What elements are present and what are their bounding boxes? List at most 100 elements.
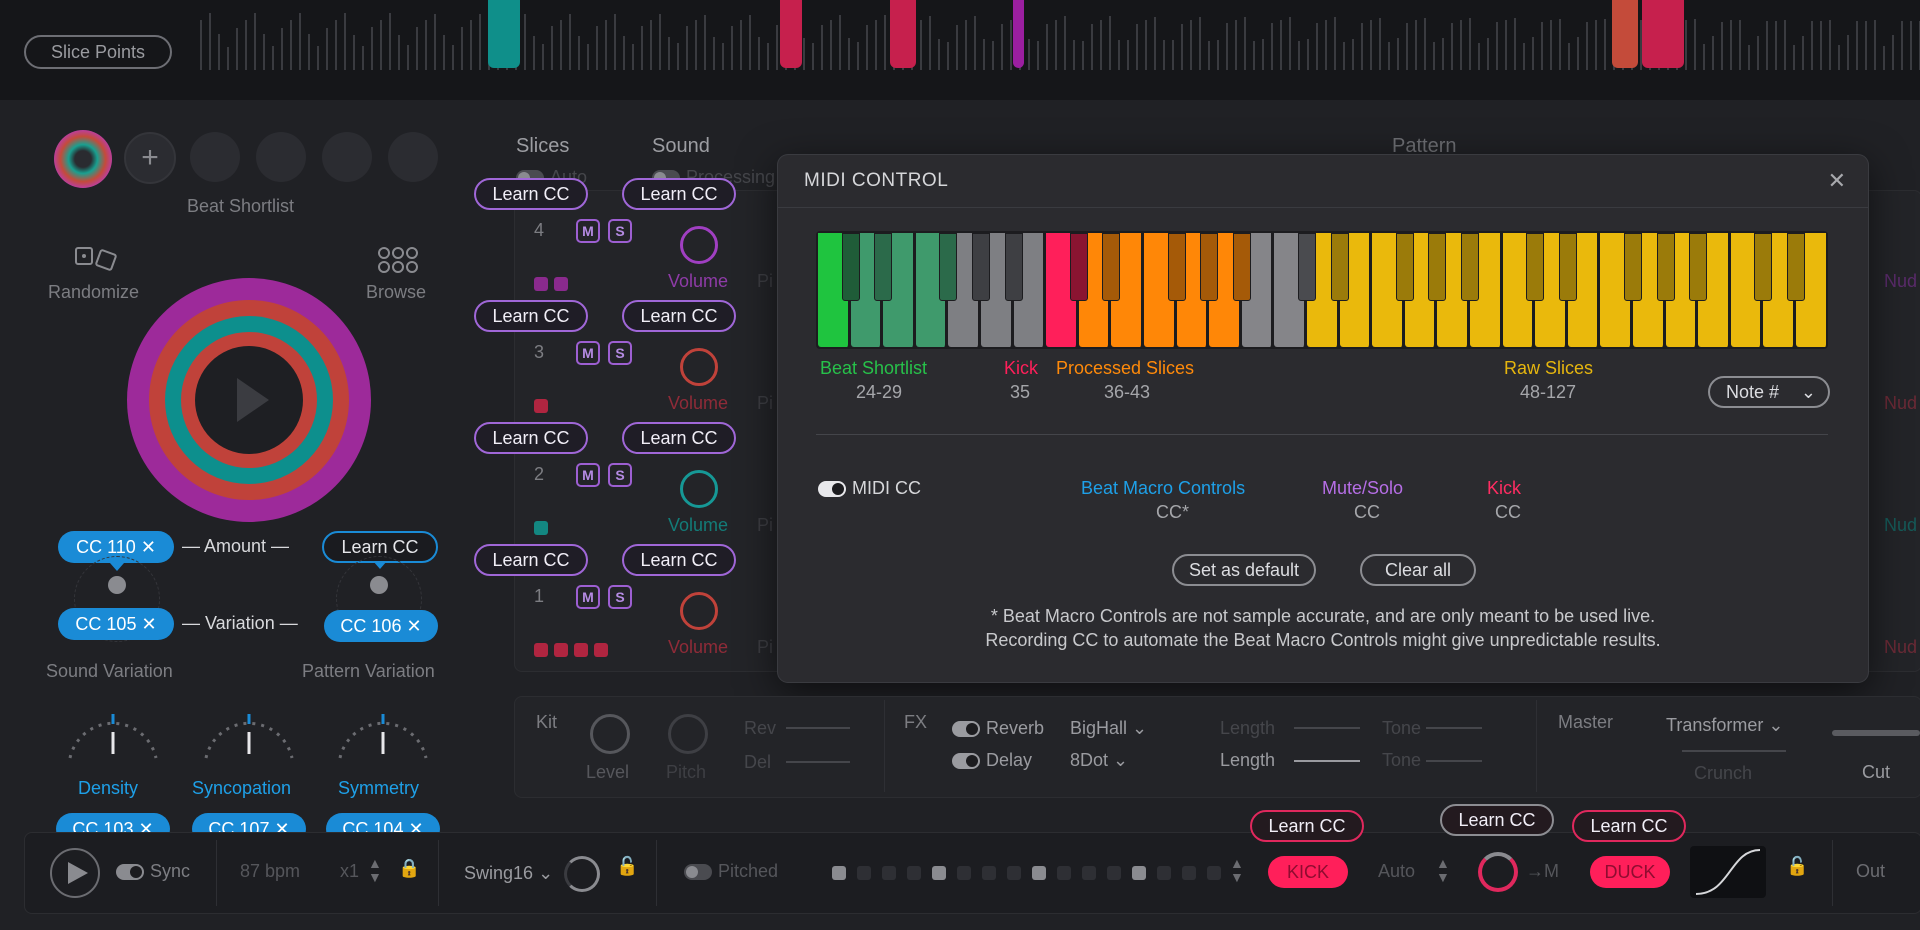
slice-marker[interactable] bbox=[1612, 0, 1638, 68]
solo-button[interactable]: S bbox=[608, 341, 632, 365]
sequencer-step[interactable] bbox=[1082, 866, 1096, 880]
syncopation-knob[interactable] bbox=[198, 712, 300, 762]
reverb-tone-slider[interactable] bbox=[1426, 727, 1482, 729]
learn-cc-mute-button[interactable]: Learn CC bbox=[474, 544, 588, 576]
sequencer-step[interactable] bbox=[1207, 866, 1221, 880]
swing-knob[interactable] bbox=[564, 856, 600, 892]
stepper-arrows-icon[interactable]: ▲ ▼ bbox=[1436, 856, 1450, 884]
sequencer-step[interactable] bbox=[1057, 866, 1071, 880]
piano-black-key[interactable] bbox=[1689, 233, 1708, 301]
piano-black-key[interactable] bbox=[1461, 233, 1479, 301]
piano-black-key[interactable] bbox=[1754, 233, 1773, 301]
empty-beat-slot[interactable] bbox=[322, 132, 372, 182]
slice-pad[interactable] bbox=[594, 643, 608, 657]
slice-marker[interactable] bbox=[488, 0, 520, 68]
knob-learn-cc-button[interactable]: Learn CC bbox=[1440, 804, 1554, 836]
piano-black-key[interactable] bbox=[1232, 233, 1251, 301]
duck-learn-cc-button[interactable]: Learn CC bbox=[1572, 810, 1686, 842]
slice-pad[interactable] bbox=[534, 399, 548, 413]
slice-marker[interactable] bbox=[1642, 0, 1684, 68]
piano-black-key[interactable] bbox=[1330, 233, 1349, 301]
sequencer-step[interactable] bbox=[857, 866, 871, 880]
variation-right-cc[interactable]: CC 106 ✕ bbox=[324, 610, 438, 642]
solo-button[interactable]: S bbox=[608, 219, 632, 243]
kit-pitch-knob[interactable] bbox=[668, 714, 708, 754]
sequencer-step[interactable] bbox=[882, 866, 896, 880]
sequencer-step[interactable] bbox=[957, 866, 971, 880]
crunch-slider[interactable] bbox=[1682, 750, 1786, 752]
piano-black-key[interactable] bbox=[972, 233, 990, 301]
mute-button[interactable]: M bbox=[576, 463, 600, 487]
sequencer-step[interactable] bbox=[1132, 866, 1146, 880]
sequencer-step[interactable] bbox=[1032, 866, 1046, 880]
slice-points-button[interactable]: Slice Points bbox=[24, 35, 172, 69]
delay-length-slider[interactable] bbox=[1294, 760, 1360, 762]
cut-slider[interactable] bbox=[1832, 730, 1920, 736]
clear-all-button[interactable]: Clear all bbox=[1360, 554, 1476, 586]
slice-pad[interactable] bbox=[534, 643, 548, 657]
empty-beat-slot[interactable] bbox=[388, 132, 438, 182]
slice-marker[interactable] bbox=[890, 0, 916, 68]
duck-amount-knob[interactable] bbox=[1478, 852, 1518, 892]
piano-black-key[interactable] bbox=[1069, 233, 1088, 301]
mute-button[interactable]: M bbox=[576, 219, 600, 243]
sequencer-step[interactable] bbox=[907, 866, 921, 880]
piano-black-key[interactable] bbox=[1102, 233, 1121, 301]
piano-black-key[interactable] bbox=[841, 233, 860, 301]
mute-button[interactable]: M bbox=[576, 585, 600, 609]
stepper-arrows-icon[interactable]: ▲ ▼ bbox=[368, 856, 382, 884]
learn-cc-mute-button[interactable]: Learn CC bbox=[474, 178, 588, 210]
solo-button[interactable]: S bbox=[608, 463, 632, 487]
close-icon[interactable]: ✕ bbox=[1828, 168, 1846, 194]
piano-black-key[interactable] bbox=[1298, 233, 1316, 301]
lock-icon[interactable]: 🔒 bbox=[398, 858, 420, 879]
piano-black-key[interactable] bbox=[1428, 233, 1447, 301]
bpm-value[interactable]: 87 bpm bbox=[240, 861, 300, 882]
delay-tone-slider[interactable] bbox=[1426, 760, 1482, 762]
symmetry-knob[interactable] bbox=[332, 712, 434, 762]
sequencer-step[interactable] bbox=[1107, 866, 1121, 880]
delay-toggle[interactable] bbox=[952, 753, 980, 769]
lock-icon[interactable]: 🔓 bbox=[616, 856, 638, 877]
mute-button[interactable]: M bbox=[576, 341, 600, 365]
volume-knob[interactable] bbox=[680, 226, 718, 264]
tempo-multiplier[interactable]: x1 bbox=[340, 861, 359, 882]
lock-icon[interactable]: 🔓 bbox=[1786, 856, 1808, 877]
learn-cc-mute-button[interactable]: Learn CC bbox=[474, 422, 588, 454]
browse-icon[interactable] bbox=[376, 246, 422, 274]
solo-button[interactable]: S bbox=[608, 585, 632, 609]
learn-cc-volume-button[interactable]: Learn CC bbox=[622, 544, 736, 576]
piano-black-key[interactable] bbox=[1558, 233, 1577, 301]
density-knob[interactable] bbox=[62, 712, 164, 762]
slice-waveform-strip[interactable]: Slice Points bbox=[0, 0, 1920, 100]
beat-thumbnail[interactable] bbox=[54, 130, 112, 188]
slice-pad[interactable] bbox=[554, 643, 568, 657]
dice-icon[interactable] bbox=[74, 246, 122, 274]
piano-black-key[interactable] bbox=[1167, 233, 1186, 301]
slice-pad[interactable] bbox=[554, 277, 568, 291]
master-effect-dropdown[interactable]: Transformer ⌄ bbox=[1666, 715, 1783, 736]
kick-button[interactable]: KICK bbox=[1268, 856, 1348, 888]
learn-cc-volume-button[interactable]: Learn CC bbox=[622, 422, 736, 454]
piano-black-key[interactable] bbox=[1656, 233, 1675, 301]
swing-dropdown[interactable]: Swing16 ⌄ bbox=[464, 863, 553, 884]
empty-beat-slot[interactable] bbox=[190, 132, 240, 182]
sequencer-step[interactable] bbox=[1007, 866, 1021, 880]
pitched-toggle[interactable] bbox=[684, 864, 712, 880]
note-number-dropdown[interactable]: Note # ⌄ bbox=[1708, 376, 1830, 408]
sequencer-step[interactable] bbox=[1157, 866, 1171, 880]
envelope-curve-icon[interactable] bbox=[1690, 846, 1766, 898]
slice-marker[interactable] bbox=[780, 0, 802, 68]
kick-learn-cc-button[interactable]: Learn CC bbox=[1250, 810, 1364, 842]
learn-cc-volume-button[interactable]: Learn CC bbox=[622, 300, 736, 332]
slice-marker[interactable] bbox=[1013, 0, 1024, 68]
beat-wheel[interactable] bbox=[124, 275, 374, 525]
sequencer-step[interactable] bbox=[1182, 866, 1196, 880]
sequencer-step[interactable] bbox=[932, 866, 946, 880]
variation-left-cc[interactable]: CC 105 ✕ bbox=[58, 608, 174, 640]
piano-black-key[interactable] bbox=[1624, 233, 1642, 301]
piano-black-key[interactable] bbox=[1787, 233, 1805, 301]
piano-black-key[interactable] bbox=[939, 233, 958, 301]
stepper-arrows-icon[interactable]: ▲ ▼ bbox=[1230, 856, 1244, 884]
sync-toggle[interactable] bbox=[116, 864, 144, 880]
